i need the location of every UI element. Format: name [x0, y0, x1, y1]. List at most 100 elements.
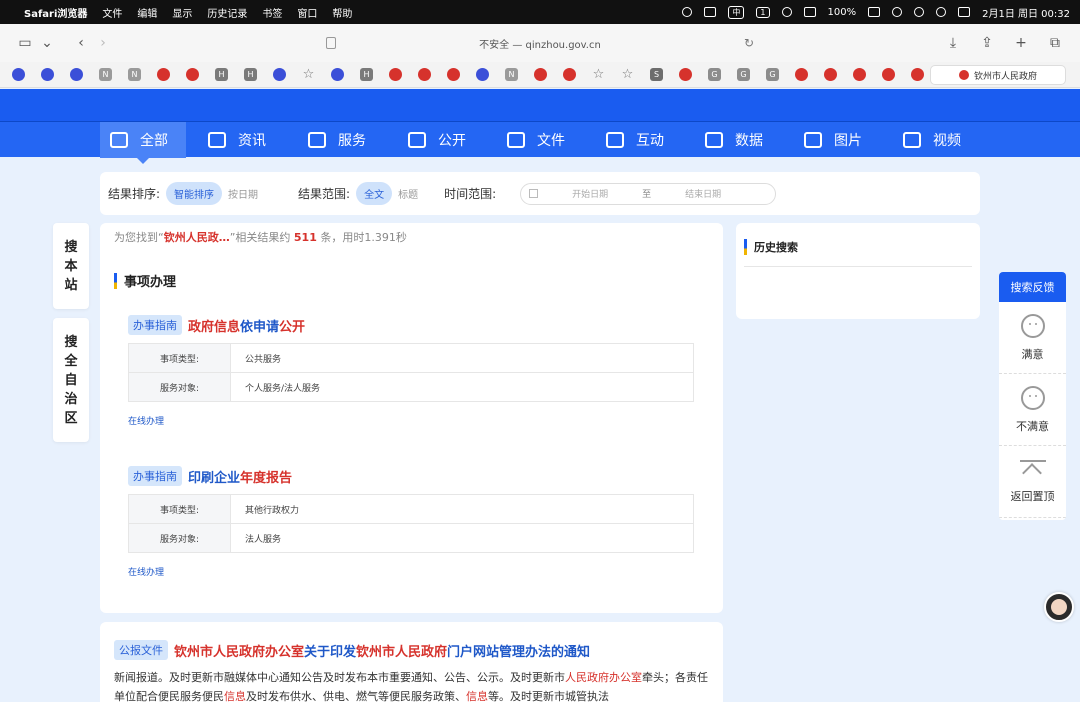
tab-char: 搜	[64, 239, 78, 255]
favorite-emblem-icon[interactable]	[157, 68, 170, 81]
back-icon[interactable]: ‹	[70, 32, 92, 54]
favorite-baidu-icon[interactable]	[70, 68, 83, 81]
favorite-emblem-icon[interactable]	[911, 68, 924, 81]
record-icon[interactable]	[682, 7, 693, 17]
favorite-baidu-icon[interactable]	[331, 68, 344, 81]
favorite-emblem-icon[interactable]	[447, 68, 460, 81]
favorite-n-icon[interactable]: N	[99, 68, 112, 81]
sidebar-toggle-icon[interactable]: ▭	[14, 32, 36, 54]
favorite-star-icon[interactable]: ☆	[302, 67, 315, 82]
favorite-emblem-icon[interactable]	[186, 68, 199, 81]
play-icon[interactable]	[781, 7, 792, 17]
clock[interactable]: 2月1日 周日 00:32	[982, 5, 1070, 20]
range-title-option[interactable]: 标题	[398, 186, 418, 201]
favorite-baidu-icon[interactable]	[476, 68, 489, 81]
address-bar[interactable]: 不安全 — qinzhou.gov.cn ↻	[320, 30, 760, 56]
tab-video[interactable]: 视频	[903, 122, 961, 158]
battery-icon[interactable]	[868, 7, 881, 17]
result-title-link[interactable]: 办事指南 政府信息 依申请 公开	[128, 315, 305, 335]
result-title-link[interactable]: 办事指南 印刷企业 年度报告	[128, 466, 292, 486]
assistant-avatar[interactable]	[1044, 592, 1074, 622]
result-title-link[interactable]: 公报文件 钦州市人民政府办公室 关于印发 钦州市人民政府 门户网站管理办法的通知	[114, 640, 590, 660]
app-icon[interactable]	[803, 7, 816, 17]
tab-images[interactable]: 图片	[804, 122, 862, 158]
grid-icon	[110, 132, 128, 148]
favorite-emblem-icon[interactable]	[795, 68, 808, 81]
search-icon[interactable]	[914, 7, 925, 17]
table-row: 事项类型: 公共服务	[128, 343, 694, 373]
favorite-g-icon[interactable]: G	[766, 68, 779, 81]
favorite-h-icon[interactable]: H	[215, 68, 228, 81]
control-center-icon[interactable]	[958, 7, 971, 17]
start-date-field[interactable]: 开始日期	[572, 187, 608, 200]
wifi-icon[interactable]	[892, 7, 903, 17]
tab-news[interactable]: 资讯	[208, 122, 266, 158]
menu-help[interactable]: 帮助	[332, 5, 352, 20]
range-fulltext-option[interactable]: 全文	[356, 182, 393, 205]
sort-date-option[interactable]: 按日期	[228, 186, 258, 201]
favorite-n-icon[interactable]: N	[128, 68, 141, 81]
tab-data[interactable]: 数据	[705, 122, 763, 158]
favorite-star-icon[interactable]: ☆	[592, 67, 605, 82]
end-date-field[interactable]: 结束日期	[685, 187, 721, 200]
favorite-g-icon[interactable]: G	[708, 68, 721, 81]
favorite-emblem-icon[interactable]	[853, 68, 866, 81]
sort-smart-option[interactable]: 智能排序	[166, 182, 223, 205]
favorite-s-icon[interactable]: S	[650, 68, 663, 81]
unsatisfied-button[interactable]: 不满意	[999, 374, 1066, 446]
active-tab[interactable]: 钦州市人民政府	[930, 65, 1066, 85]
favorite-emblem-icon[interactable]	[389, 68, 402, 81]
favorite-emblem-icon[interactable]	[418, 68, 431, 81]
satisfied-button[interactable]: 满意	[999, 302, 1066, 374]
favorite-baidu-icon[interactable]	[12, 68, 25, 81]
page-settings-icon[interactable]	[326, 37, 336, 49]
online-handle-link[interactable]: 在线办理	[128, 565, 164, 578]
row-key: 服务对象:	[128, 523, 231, 553]
menu-window[interactable]: 窗口	[297, 5, 317, 20]
favorite-emblem-icon[interactable]	[679, 68, 692, 81]
favorite-star-icon[interactable]: ☆	[621, 67, 634, 82]
menu-file[interactable]: 文件	[102, 5, 122, 20]
tab-char: 全	[64, 353, 78, 369]
reload-icon[interactable]: ↻	[744, 36, 754, 50]
favorite-baidu-icon[interactable]	[41, 68, 54, 81]
new-tab-icon[interactable]: +	[1010, 32, 1032, 54]
tab-documents[interactable]: 文件	[507, 122, 565, 158]
image-icon	[804, 132, 822, 148]
tab-public[interactable]: 公开	[408, 122, 466, 158]
menu-history[interactable]: 历史记录	[207, 5, 247, 20]
favorite-n-icon[interactable]: N	[505, 68, 518, 81]
share-icon[interactable]: ⇪	[976, 32, 998, 54]
search-region-tab[interactable]: 搜 全 自 治 区	[53, 318, 89, 442]
online-handle-link[interactable]: 在线办理	[128, 414, 164, 427]
row-key: 事项类型:	[128, 343, 231, 373]
forward-icon[interactable]: ›	[92, 32, 114, 54]
favorite-h-icon[interactable]: H	[244, 68, 257, 81]
back-to-top-button[interactable]: 返回置顶	[999, 446, 1066, 518]
tab-overview-icon[interactable]: ⧉	[1044, 32, 1066, 54]
favorite-emblem-icon[interactable]	[534, 68, 547, 81]
mic-icon[interactable]	[704, 7, 717, 17]
favorite-baidu-icon[interactable]	[273, 68, 286, 81]
favorite-emblem-icon[interactable]	[563, 68, 576, 81]
tab-service[interactable]: 服务	[308, 122, 366, 158]
snippet-text: 等。及时更新市城管执法	[488, 690, 609, 702]
tab-label: 公开	[438, 133, 466, 149]
notification-badge[interactable]: 1	[756, 6, 770, 18]
chevron-down-icon[interactable]: ⌄	[36, 32, 58, 54]
menu-view[interactable]: 显示	[172, 5, 192, 20]
menu-edit[interactable]: 编辑	[137, 5, 157, 20]
favorite-emblem-icon[interactable]	[882, 68, 895, 81]
siri-icon[interactable]	[936, 7, 947, 17]
favorite-emblem-icon[interactable]	[824, 68, 837, 81]
search-this-site-tab[interactable]: 搜 本 站	[53, 223, 89, 309]
favorite-h-icon[interactable]: H	[360, 68, 373, 81]
tab-all[interactable]: 全部	[100, 122, 186, 158]
date-range-picker[interactable]: 开始日期 至 结束日期	[520, 182, 777, 205]
download-icon[interactable]: ⤓	[942, 32, 964, 54]
tab-interaction[interactable]: 互动	[606, 122, 664, 158]
menu-bookmarks[interactable]: 书签	[262, 5, 282, 20]
input-method-badge[interactable]: 中	[728, 5, 745, 19]
favorite-g-icon[interactable]: G	[737, 68, 750, 81]
menu-safari[interactable]: Safari浏览器	[24, 5, 87, 20]
